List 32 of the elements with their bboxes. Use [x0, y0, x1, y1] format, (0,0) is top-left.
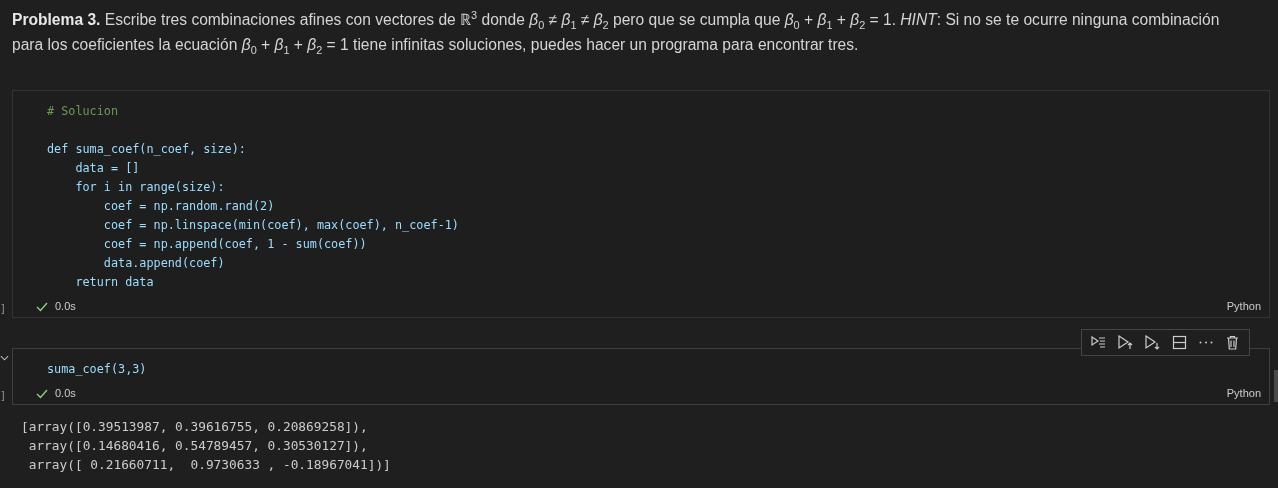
output-line: array([0.14680416, 0.54789457, 0.30530127]), — [27, 437, 368, 455]
execution-count: ] — [0, 390, 7, 401]
collapse-chevron-icon[interactable] — [0, 355, 9, 361]
code-line: def suma_coef(n_coef, size): — [47, 141, 246, 158]
code-cell[interactable] — [12, 90, 1270, 318]
code-comment: # Solucion — [47, 103, 119, 120]
problem-statement: Problema 3. Escribe tres combinaciones afines con vectores de ℝ$^{3}$ donde β$_{0}$ ≠ β$_{1}$ ≠ β$_{2}$ pero que se cumpla que β$_{0}$ + β$_{1}$ + β$_{2}$ = 1. HINT: Si no se te ocurre ninguna combinación para los coeficientes la ecuación β$_{0}$ + β$_{1}$ + β$_{2}$ = 1 tiene infinitas soluciones, puedes hacer un programa para encontrar tres. — [11, 7, 1221, 57]
run-below-icon — [1144, 334, 1161, 351]
check-icon — [36, 387, 48, 399]
code-line: for i in range(size): — [74, 179, 225, 196]
output-line: array([ 0.21660711, 0.9730633 , -0.18967041])] — [27, 456, 391, 474]
execution-time: 0.0s — [55, 387, 76, 399]
check-icon — [36, 300, 48, 312]
code-line: coef = np.random.rand(2) — [102, 198, 275, 215]
language-label[interactable]: Python — [1226, 300, 1261, 312]
execution-time: 0.0s — [55, 300, 76, 312]
more-icon — [1199, 341, 1213, 344]
language-label[interactable]: Python — [1226, 387, 1261, 399]
output-line: [array([0.39513987, 0.39616755, 0.20869258]), — [21, 418, 368, 436]
delete-icon — [1224, 334, 1241, 351]
code-line: data = [] — [74, 160, 140, 177]
code-line: coef = np.linspace(min(coef), max(coef), n_coef-1) — [102, 217, 459, 234]
run-by-line-icon — [1090, 334, 1107, 351]
execution-count: ] — [0, 303, 7, 314]
run-above-icon — [1117, 334, 1134, 351]
split-cell-icon — [1171, 334, 1188, 351]
code-line: data.append(coef) — [102, 255, 225, 272]
scrollbar-thumb[interactable] — [1274, 370, 1278, 402]
code-line: return data — [74, 274, 154, 291]
code-line: suma_coef(3,3) — [47, 361, 147, 378]
code-cell[interactable]: suma_coef(3,3) 0.0s Python — [12, 348, 1270, 405]
code-line: coef = np.append(coef, 1 - sum(coef)) — [102, 236, 367, 253]
